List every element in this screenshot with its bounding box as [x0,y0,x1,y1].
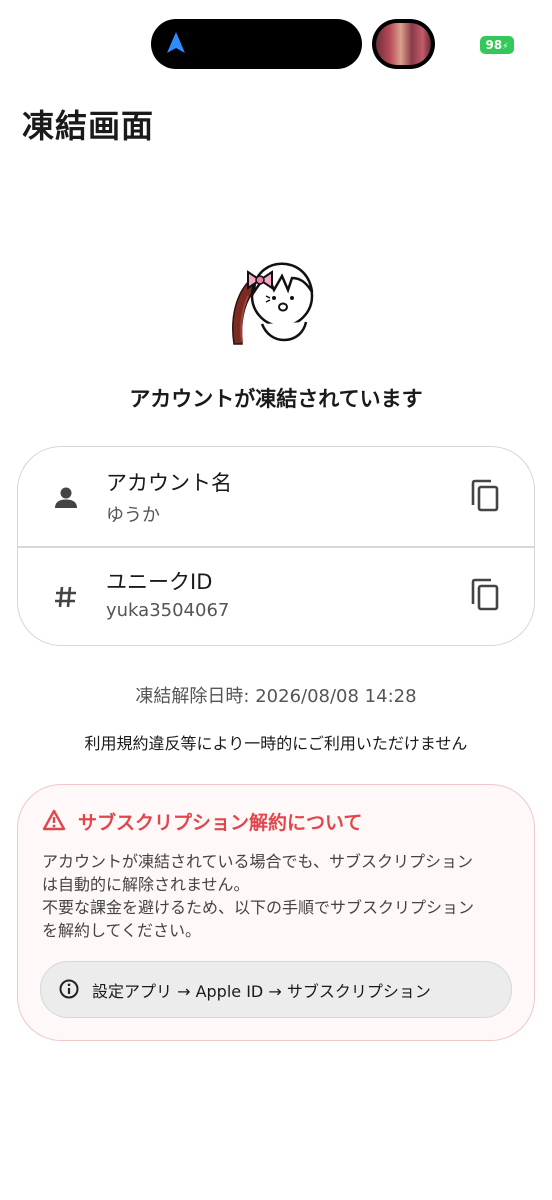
settings-path-box: 設定アプリ → Apple ID → サブスクリプション [40,961,512,1018]
warning-line: アカウントが凍結されている場合でも、サブスクリプション [42,852,474,871]
violation-notice: 利用規約違反等により一時的にご利用いただけません [84,734,468,753]
warning-triangle-icon [42,809,66,831]
unique-id-row: ユニークID yuka3504067 [18,546,534,645]
frozen-message: アカウントが凍結されています [129,387,423,411]
hash-icon [55,586,76,608]
subscription-warning-card: サブスクリプション解約について アカウントが凍結されている場合でも、サブスクリプ… [17,784,535,1041]
page-title: 凍結画面 [22,107,155,145]
info-circle-icon [59,979,79,999]
unique-id-label: ユニークID [106,570,213,594]
account-info-card: アカウント名 ゆうか ユニークID yuka3504067 [17,446,535,646]
battery-level: 98 [485,38,503,52]
account-name-row: アカウント名 ゆうか [18,447,534,546]
warning-line: を解約してください。 [42,921,202,940]
navigation-arrow-icon [167,32,185,53]
account-name-value: ゆうか [106,505,160,526]
battery-indicator: 98⚡ [480,36,514,54]
avatar [232,262,314,345]
copy-icon[interactable] [470,479,500,513]
warning-line: 不要な課金を避けるため、以下の手順でサブスクリプション [42,898,475,917]
subscription-warning-body: アカウントが凍結されている場合でも、サブスクリプション は自動的に解除されません… [42,850,512,942]
subscription-warning-title: サブスクリプション解約について [78,812,363,834]
charging-bolt-icon: ⚡ [502,42,509,52]
unfreeze-datetime: 凍結解除日時: 2026/08/08 14:28 [135,686,417,707]
person-icon [55,487,77,508]
unique-id-value: yuka3504067 [106,600,230,621]
media-thumbnail-image [376,23,431,65]
copy-icon[interactable] [470,578,500,612]
account-name-label: アカウント名 [106,471,232,495]
media-thumbnail[interactable] [372,19,435,69]
settings-path-text: 設定アプリ → Apple ID → サブスクリプション [92,982,431,1001]
warning-line: は自動的に解除されません。 [42,875,250,894]
